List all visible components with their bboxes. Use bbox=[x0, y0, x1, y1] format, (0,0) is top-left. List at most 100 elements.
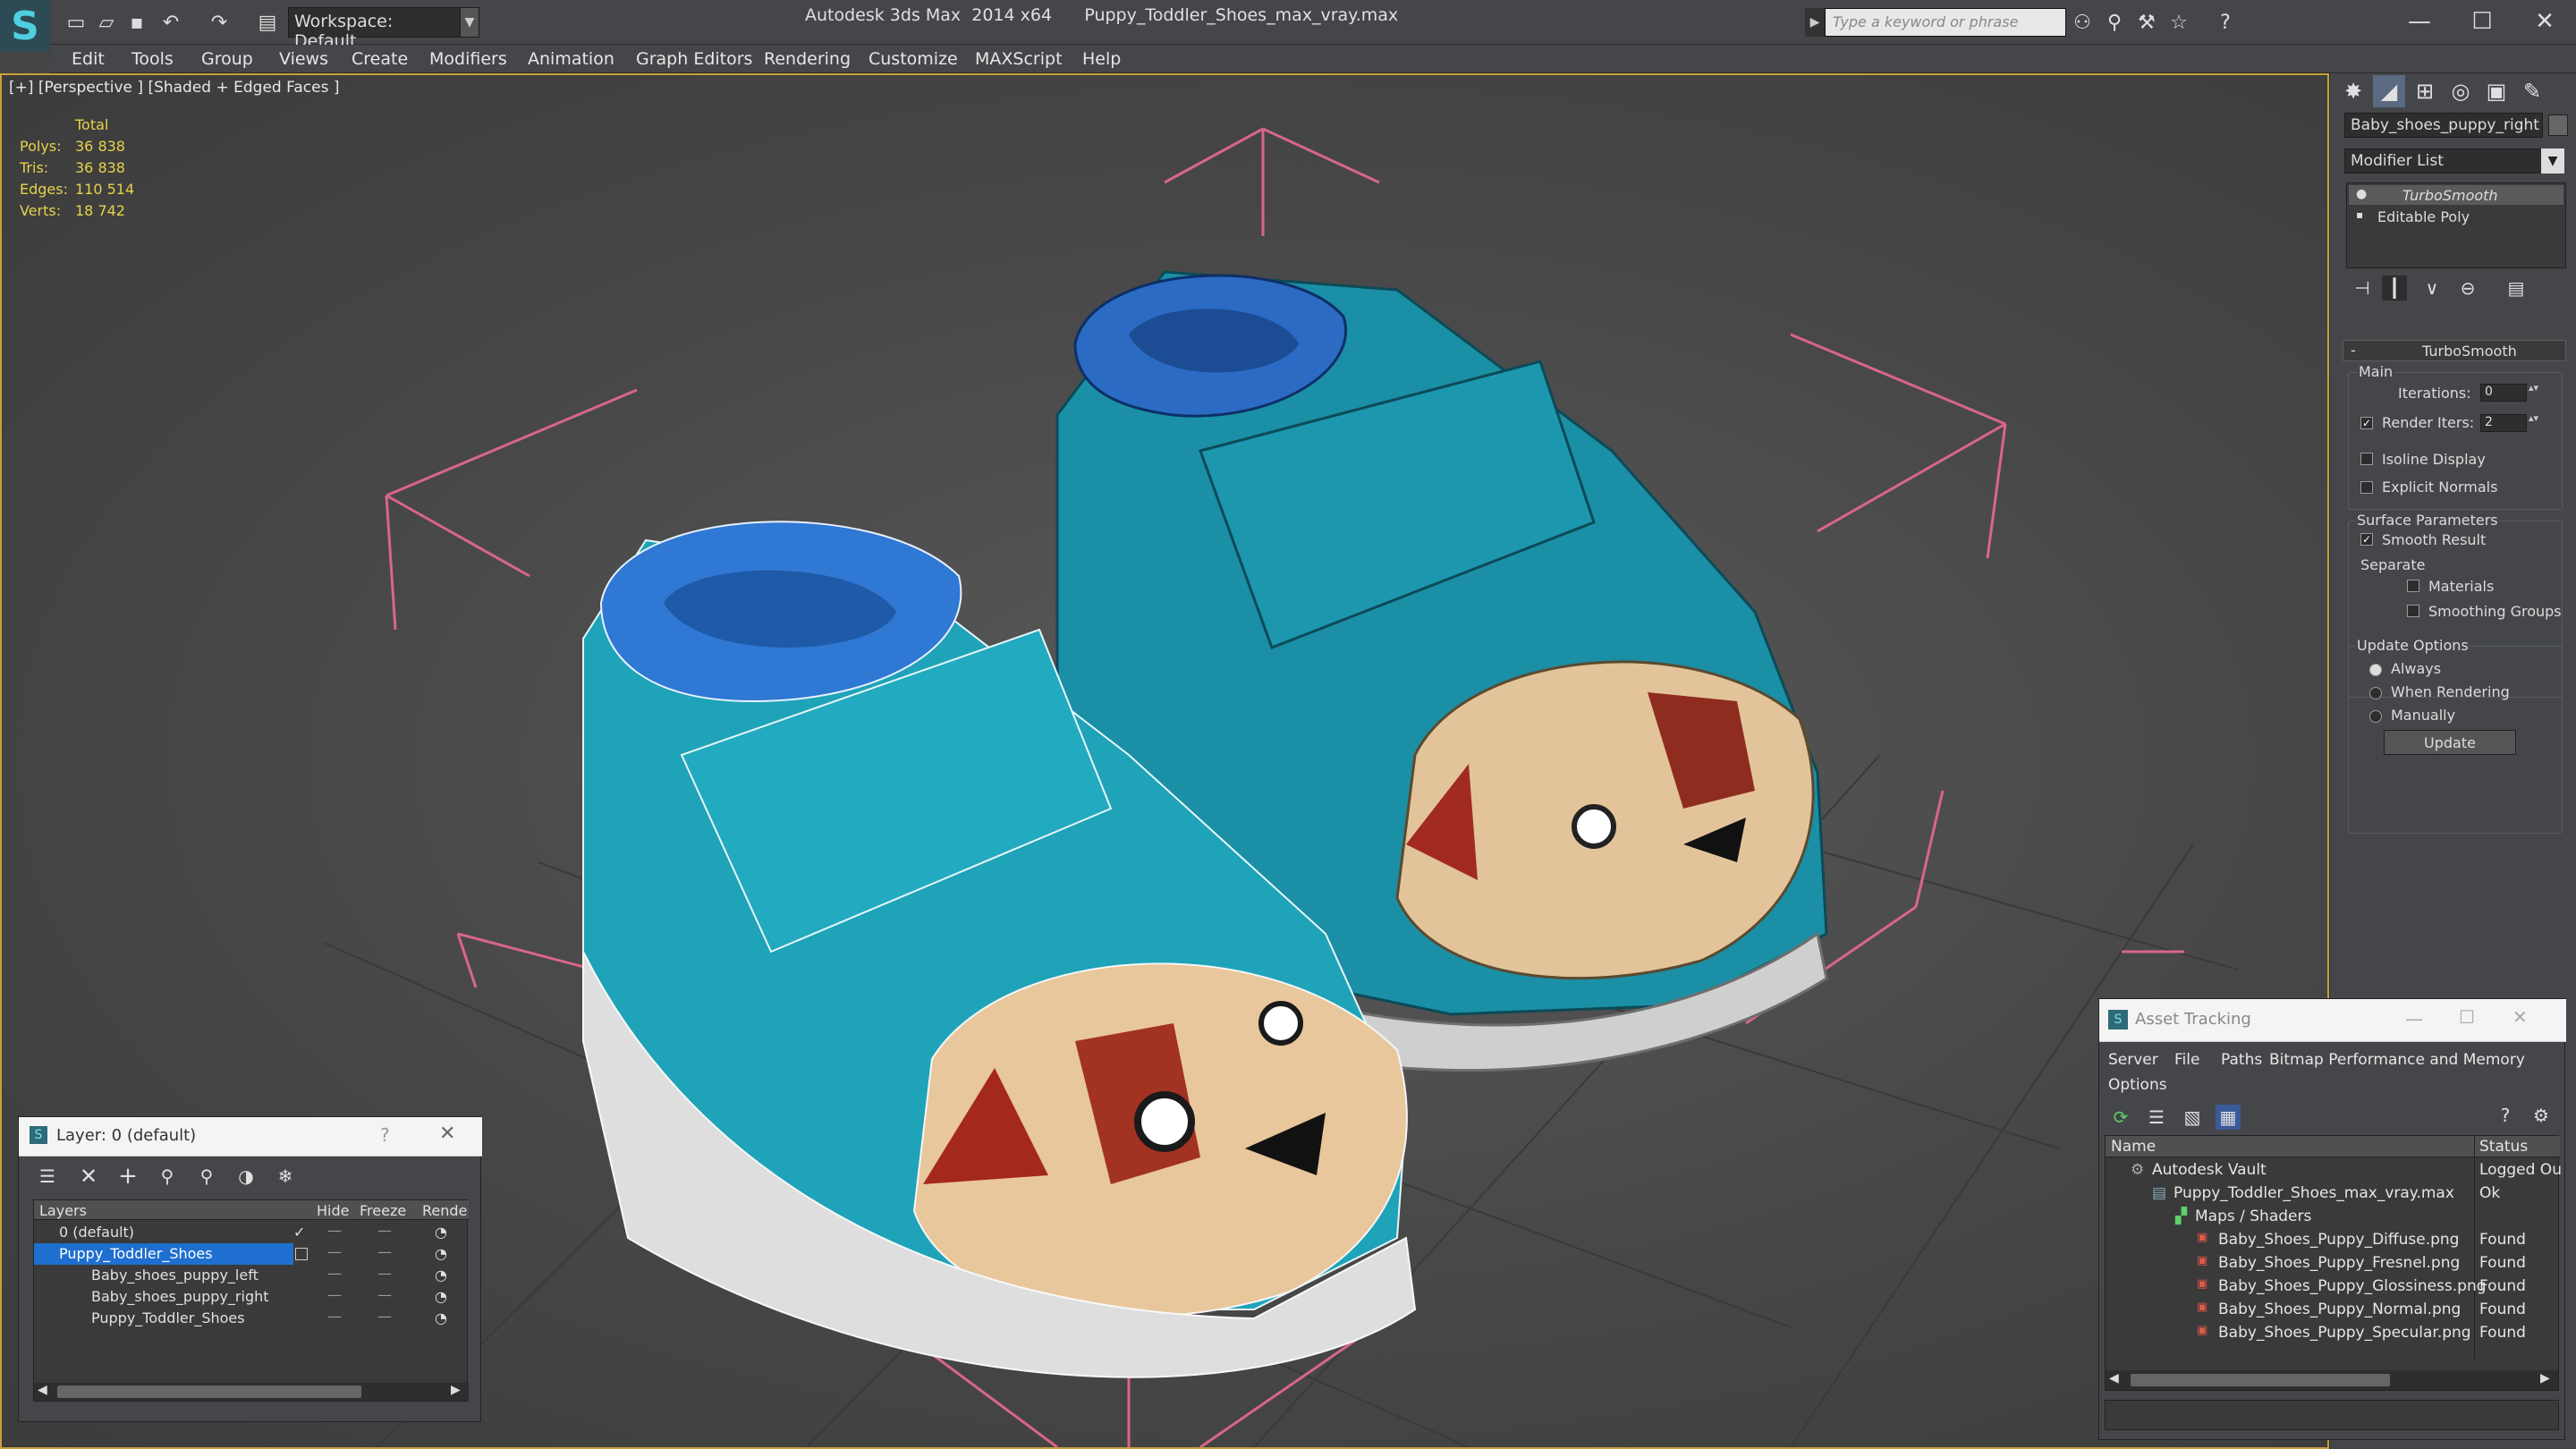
menu-paths[interactable]: Paths bbox=[2221, 1051, 2262, 1069]
menu-options[interactable]: Options bbox=[2108, 1076, 2167, 1094]
asset-row[interactable]: ▣ Baby_Shoes_Puppy_Glossiness.png Found bbox=[2106, 1275, 2560, 1299]
menu-bitmap-performance[interactable]: Bitmap Performance and Memory bbox=[2269, 1051, 2525, 1069]
search-input[interactable]: Type a keyword or phrase bbox=[1825, 8, 2066, 37]
scroll-left-icon[interactable]: ◀ bbox=[38, 1383, 47, 1397]
freeze-all-layers-icon[interactable]: ❄ bbox=[273, 1164, 298, 1189]
utilities-tab-icon[interactable]: ✎ bbox=[2516, 75, 2548, 107]
materials-checkbox[interactable] bbox=[2407, 580, 2419, 592]
app-logo-icon[interactable]: S bbox=[0, 0, 50, 52]
help-icon[interactable]: ? bbox=[380, 1124, 390, 1146]
menu-tools[interactable]: Tools bbox=[131, 49, 174, 69]
hide-toggle[interactable]: — bbox=[327, 1222, 342, 1239]
scrollbar-thumb[interactable] bbox=[2131, 1374, 2390, 1386]
favorites-star-icon[interactable]: ☆ bbox=[2165, 9, 2193, 36]
asset-row[interactable]: ▣ Baby_Shoes_Puppy_Diffuse.png Found bbox=[2106, 1229, 2560, 1252]
layer-row[interactable]: Baby_shoes_puppy_right — — ◔ bbox=[34, 1286, 469, 1308]
modify-tab-icon[interactable]: ◢ bbox=[2373, 75, 2405, 107]
motion-tab-icon[interactable]: ◎ bbox=[2445, 75, 2477, 107]
hide-toggle[interactable]: — bbox=[327, 1243, 342, 1260]
select-objects-icon[interactable]: ⚲ bbox=[155, 1164, 180, 1189]
scroll-right-icon[interactable]: ▶ bbox=[2540, 1371, 2550, 1385]
freeze-toggle[interactable]: — bbox=[377, 1308, 392, 1325]
redo-icon[interactable]: ↷ bbox=[206, 9, 233, 36]
maximize-icon[interactable]: ☐ bbox=[2459, 1006, 2475, 1028]
render-toggle-icon[interactable]: ◔ bbox=[435, 1288, 447, 1305]
asset-row[interactable]: ▣ Baby_Shoes_Puppy_Specular.png Found bbox=[2106, 1322, 2560, 1345]
delete-layer-icon[interactable]: ✕ bbox=[76, 1164, 101, 1189]
asset-row[interactable]: ▤ Puppy_Toddler_Shoes_max_vray.max Ok bbox=[2106, 1182, 2560, 1206]
smoothing-groups-checkbox[interactable] bbox=[2407, 605, 2419, 617]
subscription-icon[interactable]: ⚲ bbox=[2100, 9, 2129, 36]
hide-toggle[interactable]: — bbox=[327, 1286, 342, 1303]
stack-item-editable-poly[interactable]: ▪ Editable Poly bbox=[2349, 207, 2563, 226]
render-toggle-icon[interactable]: ◔ bbox=[435, 1245, 447, 1262]
maximize-icon[interactable]: ☐ bbox=[2451, 4, 2513, 39]
close-icon[interactable]: ✕ bbox=[2512, 1006, 2528, 1028]
expand-plus-icon[interactable]: ▪ bbox=[2356, 208, 2363, 221]
active-layer-check-icon[interactable]: ✓ bbox=[293, 1224, 305, 1241]
always-radio[interactable] bbox=[2369, 664, 2382, 676]
hierarchy-tab-icon[interactable]: ⊞ bbox=[2409, 75, 2441, 107]
column-status[interactable]: Status bbox=[2479, 1138, 2528, 1156]
update-button[interactable]: Update bbox=[2384, 730, 2516, 755]
save-icon[interactable]: ▪ bbox=[123, 9, 150, 36]
add-to-layer-icon[interactable]: + bbox=[115, 1163, 140, 1190]
horizontal-scrollbar[interactable]: ◀ ▶ bbox=[2106, 1370, 2558, 1390]
spinner-arrows-icon[interactable]: ▴▾ bbox=[2529, 412, 2538, 424]
horizontal-scrollbar[interactable]: ◀ ▶ bbox=[34, 1383, 469, 1401]
menu-file[interactable]: File bbox=[2174, 1051, 2199, 1069]
refresh-icon[interactable]: ⟳ bbox=[2108, 1105, 2133, 1130]
binoculars-icon[interactable]: ⚇ bbox=[2068, 9, 2097, 36]
help-icon[interactable]: ? bbox=[2211, 9, 2240, 36]
layer-row[interactable]: Puppy_Toddler_Shoes — — ◔ bbox=[34, 1308, 469, 1329]
project-folder-icon[interactable]: ▤ bbox=[254, 9, 281, 36]
highlight-layer-icon[interactable]: ⚲ bbox=[194, 1164, 219, 1189]
table-view-icon[interactable]: ▦ bbox=[2216, 1105, 2241, 1130]
open-file-icon[interactable]: ▱ bbox=[93, 9, 120, 36]
spinner-arrows-icon[interactable]: ▴▾ bbox=[2529, 382, 2538, 394]
close-icon[interactable]: ✕ bbox=[2513, 4, 2576, 39]
configure-modifier-sets-icon[interactable]: ▤ bbox=[2504, 275, 2529, 301]
hide-toggle[interactable]: — bbox=[327, 1308, 342, 1325]
close-icon[interactable]: ✕ bbox=[439, 1123, 455, 1145]
asset-row[interactable]: ▞ Maps / Shaders bbox=[2106, 1206, 2560, 1229]
menu-modifiers[interactable]: Modifiers bbox=[429, 49, 507, 69]
modifier-list-dropdown[interactable]: Modifier List bbox=[2344, 148, 2543, 174]
asset-row[interactable]: ▣ Baby_Shoes_Puppy_Fresnel.png Found bbox=[2106, 1252, 2560, 1275]
show-end-result-icon[interactable]: ┃ bbox=[2382, 275, 2407, 301]
workspace-dropdown[interactable]: Workspace: Default bbox=[288, 7, 462, 51]
render-iters-checkbox[interactable]: ✓ bbox=[2360, 417, 2373, 429]
smooth-result-checkbox[interactable]: ✓ bbox=[2360, 533, 2373, 546]
manually-radio[interactable] bbox=[2369, 710, 2382, 723]
undo-icon[interactable]: ↶ bbox=[157, 9, 184, 36]
asset-path-field[interactable] bbox=[2105, 1400, 2559, 1430]
create-tab-icon[interactable]: ✸ bbox=[2337, 75, 2369, 107]
stack-item-turbosmooth[interactable]: ● TurboSmooth bbox=[2349, 185, 2563, 205]
communication-center-icon[interactable]: ⚒ bbox=[2132, 9, 2161, 36]
layer-row-selected[interactable]: Puppy_Toddler_Shoes bbox=[34, 1243, 293, 1265]
chevron-down-icon[interactable]: ▼ bbox=[460, 7, 479, 38]
asset-dialog-titlebar[interactable]: S Asset Tracking — ☐ ✕ bbox=[2099, 999, 2566, 1042]
freeze-toggle[interactable]: — bbox=[377, 1222, 392, 1239]
chevron-down-icon[interactable]: ▼ bbox=[2541, 148, 2564, 174]
scroll-left-icon[interactable]: ◀ bbox=[2109, 1371, 2119, 1385]
isoline-display-checkbox[interactable] bbox=[2360, 453, 2373, 465]
menu-animation[interactable]: Animation bbox=[528, 49, 614, 69]
remove-modifier-icon[interactable]: ⊖ bbox=[2455, 275, 2480, 301]
create-layer-icon[interactable]: ☰ bbox=[35, 1164, 60, 1189]
menu-customize[interactable]: Customize bbox=[869, 49, 958, 69]
hide-toggle[interactable]: — bbox=[327, 1265, 342, 1282]
menu-maxscript[interactable]: MAXScript bbox=[975, 49, 1063, 69]
render-toggle-icon[interactable]: ◔ bbox=[435, 1224, 447, 1241]
menu-help[interactable]: Help bbox=[1082, 49, 1121, 69]
render-iters-spinner[interactable]: 2 bbox=[2480, 414, 2527, 432]
render-toggle-icon[interactable]: ◔ bbox=[435, 1267, 447, 1284]
thumbnail-view-icon[interactable]: ▧ bbox=[2180, 1105, 2205, 1130]
object-name-field[interactable]: Baby_shoes_puppy_right bbox=[2344, 113, 2543, 138]
menu-edit[interactable]: Edit bbox=[72, 49, 105, 69]
layer-row[interactable]: 0 (default) ✓ — — ◔ bbox=[34, 1222, 469, 1243]
layer-dialog-titlebar[interactable]: S Layer: 0 (default) ? ✕ bbox=[19, 1117, 482, 1157]
column-render[interactable]: Rende bbox=[422, 1202, 467, 1219]
column-hide[interactable]: Hide bbox=[317, 1202, 349, 1219]
object-color-swatch[interactable] bbox=[2548, 114, 2568, 136]
